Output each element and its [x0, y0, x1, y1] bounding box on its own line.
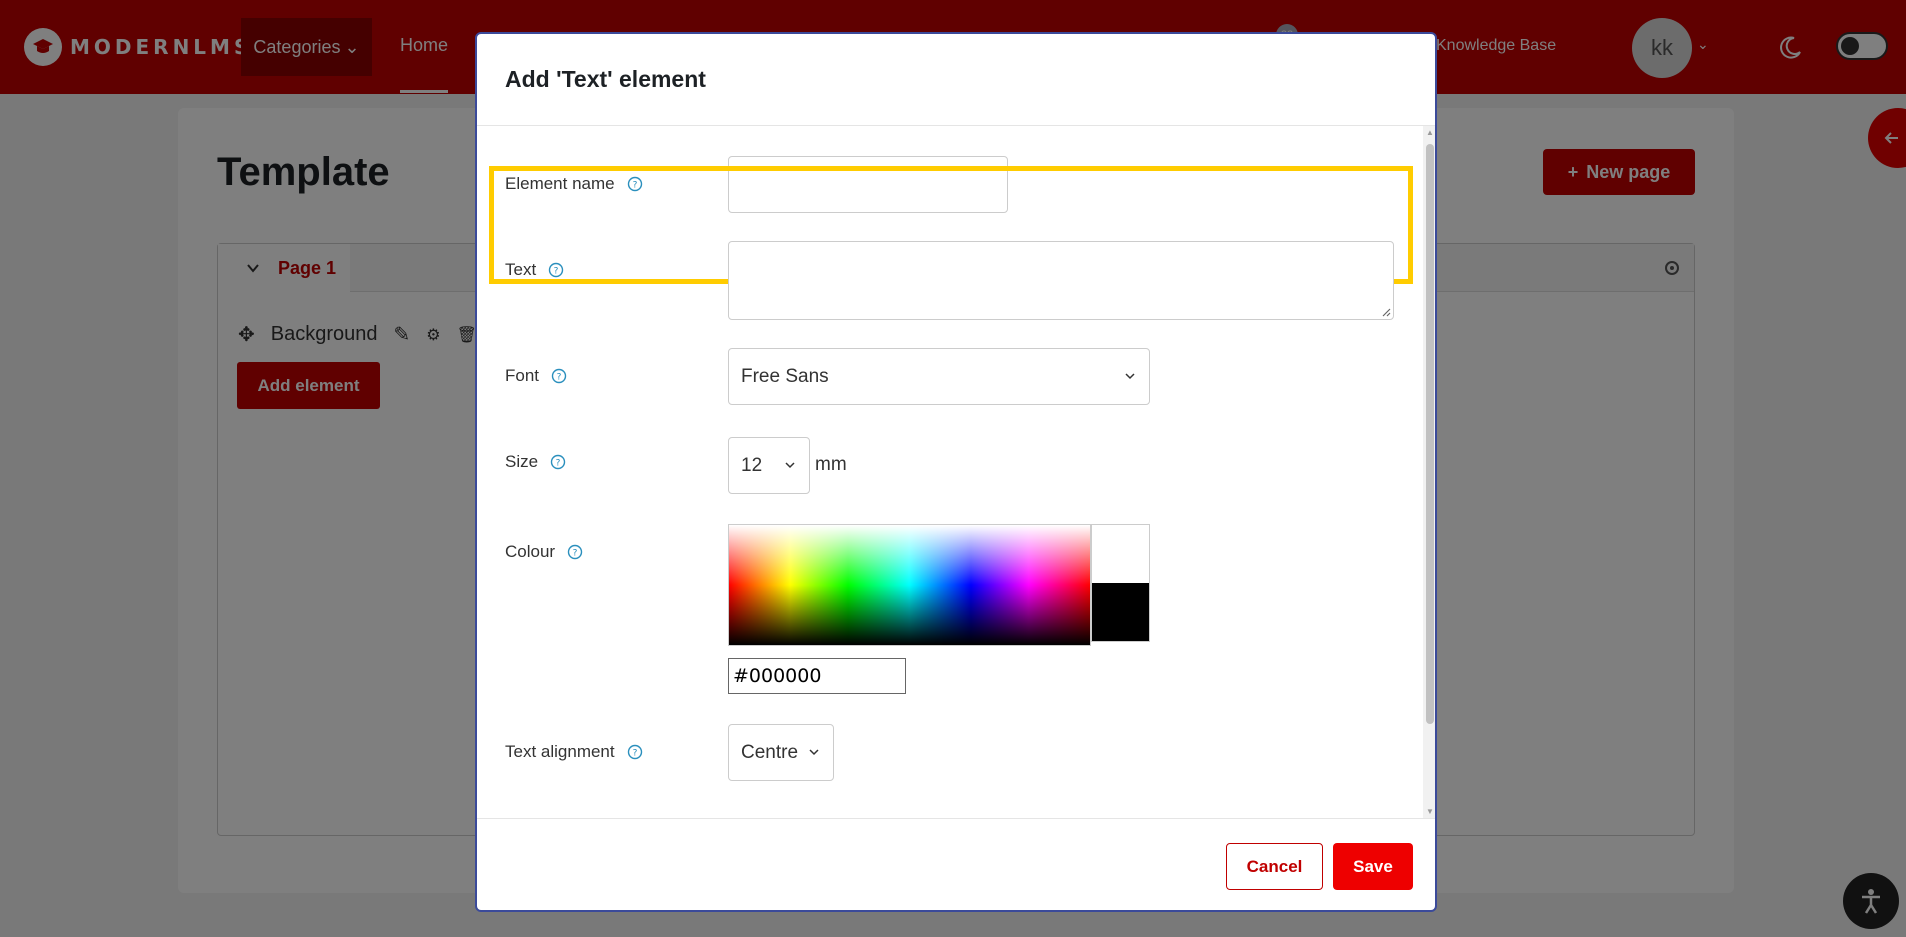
size-label-text: Size: [505, 452, 539, 471]
add-text-element-modal: Add 'Text' element Element name ? Text ?…: [475, 32, 1437, 912]
size-select-value: 12: [741, 454, 763, 476]
help-icon[interactable]: ?: [551, 368, 567, 384]
size-label: Size ?: [505, 452, 566, 472]
font-label-text: Font: [505, 366, 540, 385]
swatch-current-colour: [1092, 583, 1149, 641]
resize-grip-icon[interactable]: [1379, 305, 1391, 317]
scroll-up-arrow-icon[interactable]: ▲: [1426, 128, 1434, 137]
size-select[interactable]: 12: [728, 437, 810, 494]
help-icon[interactable]: ?: [567, 544, 583, 560]
chevron-down-icon: [809, 749, 819, 756]
colour-swatch: [1091, 524, 1150, 642]
size-unit: mm: [815, 454, 847, 475]
help-icon[interactable]: ?: [548, 262, 564, 278]
text-alignment-value: Centre: [741, 741, 799, 763]
text-alignment-select[interactable]: Centre: [728, 724, 834, 781]
text-alignment-label-text: Text alignment: [505, 742, 615, 761]
svg-text:?: ?: [632, 749, 637, 759]
cancel-button[interactable]: Cancel: [1226, 843, 1323, 890]
font-select[interactable]: Free Sans: [728, 348, 1150, 405]
help-icon[interactable]: ?: [550, 454, 566, 470]
font-label: Font ?: [505, 366, 567, 386]
colour-hex-input[interactable]: #000000: [728, 658, 906, 694]
svg-text:?: ?: [556, 459, 561, 469]
save-button[interactable]: Save: [1333, 843, 1413, 890]
help-icon[interactable]: ?: [627, 744, 643, 760]
scroll-thumb[interactable]: [1426, 144, 1434, 724]
text-label-text: Text: [505, 260, 537, 279]
svg-text:?: ?: [557, 373, 562, 383]
modal-title: Add 'Text' element: [505, 66, 706, 92]
scroll-down-arrow-icon[interactable]: ▼: [1426, 807, 1434, 816]
text-label: Text ?: [505, 260, 564, 280]
colour-palette[interactable]: [728, 524, 1091, 646]
svg-text:?: ?: [573, 549, 578, 559]
modal-scrollbar[interactable]: ▲ ▼: [1423, 126, 1435, 818]
text-alignment-label: Text alignment ?: [505, 742, 643, 762]
colour-label-text: Colour: [505, 542, 556, 561]
chevron-down-icon: [1125, 373, 1135, 380]
swatch-white[interactable]: [1092, 525, 1149, 583]
text-textarea[interactable]: [728, 241, 1394, 320]
svg-text:?: ?: [554, 267, 559, 277]
chevron-down-icon: [785, 462, 795, 469]
modal-header: Add 'Text' element: [477, 34, 1435, 126]
colour-label: Colour ?: [505, 542, 583, 562]
font-select-value: Free Sans: [741, 365, 829, 387]
